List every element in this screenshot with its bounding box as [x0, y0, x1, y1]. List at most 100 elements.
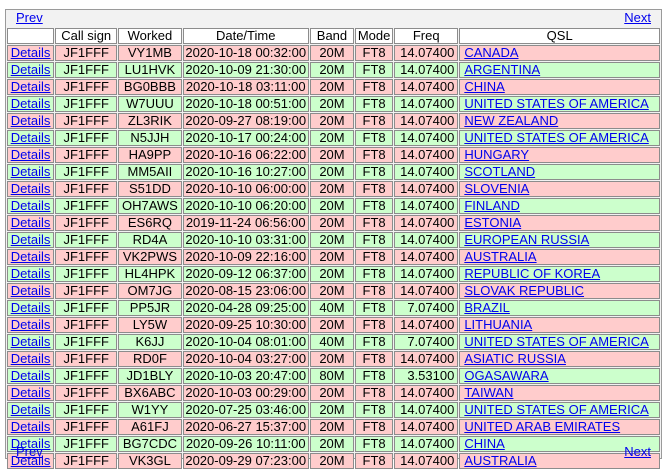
details-link[interactable]: Details	[11, 131, 51, 145]
details-link[interactable]: Details	[11, 182, 51, 196]
prev-link[interactable]: Prev	[16, 11, 43, 25]
worked-cell: BG0BBB	[118, 79, 182, 95]
qsl-link[interactable]: EUROPEAN RUSSIA	[464, 233, 589, 247]
next-link-bottom[interactable]: Next	[624, 445, 651, 459]
freq-cell: 14.07400	[394, 62, 459, 78]
freq-cell: 14.07400	[394, 96, 459, 112]
datetime-cell: 2020-10-09 21:30:00	[182, 62, 309, 78]
freq-cell: 14.07400	[394, 283, 459, 299]
table-row: Details JF1FFF OM7JG 2020-08-15 23:06:00 20M…	[7, 283, 660, 299]
qsl-cell: UNITED STATES OF AMERICA	[459, 402, 660, 418]
details-link[interactable]: Details	[11, 301, 51, 315]
details-link[interactable]: Details	[11, 165, 51, 179]
details-link[interactable]: Details	[11, 335, 51, 349]
qsl-link[interactable]: SLOVENIA	[464, 182, 529, 196]
qsl-cell: BRAZIL	[459, 300, 660, 316]
details-cell: Details	[7, 181, 55, 197]
freq-cell: 14.07400	[394, 266, 459, 282]
datetime-cell: 2020-06-27 15:37:00	[182, 419, 309, 435]
qsl-cell: FINLAND	[459, 198, 660, 214]
table-row: Details JF1FFF VY1MB 2020-10-18 00:32:00 20M…	[7, 45, 660, 61]
details-link[interactable]: Details	[11, 80, 51, 94]
worked-cell: VY1MB	[118, 45, 182, 61]
freq-cell: 7.07400	[394, 334, 459, 350]
qsl-link[interactable]: OGASAWARA	[464, 369, 548, 383]
details-link[interactable]: Details	[11, 97, 51, 111]
qsl-link[interactable]: UNITED ARAB EMIRATES	[464, 420, 620, 434]
datetime-cell: 2020-10-10 03:31:00	[182, 232, 309, 248]
col-header-datetime: Date/Time	[182, 28, 309, 44]
qsl-link[interactable]: REPUBLIC OF KOREA	[464, 267, 600, 281]
details-cell: Details	[7, 62, 55, 78]
freq-cell: 14.07400	[394, 249, 459, 265]
details-link[interactable]: Details	[11, 233, 51, 247]
worked-cell: S51DD	[118, 181, 182, 197]
call-sign-cell: JF1FFF	[55, 79, 118, 95]
details-link[interactable]: Details	[11, 318, 51, 332]
qsl-link[interactable]: HUNGARY	[464, 148, 529, 162]
col-header-band: Band	[309, 28, 355, 44]
details-link[interactable]: Details	[11, 420, 51, 434]
qsl-link[interactable]: LITHUANIA	[464, 318, 532, 332]
next-link[interactable]: Next	[624, 11, 651, 25]
details-link[interactable]: Details	[11, 250, 51, 264]
details-cell: Details	[7, 45, 55, 61]
col-header-freq: Freq	[394, 28, 459, 44]
details-cell: Details	[7, 215, 55, 231]
qsl-link[interactable]: SLOVAK REPUBLIC	[464, 284, 584, 298]
details-link[interactable]: Details	[11, 352, 51, 366]
details-link[interactable]: Details	[11, 63, 51, 77]
mode-cell: FT8	[355, 368, 394, 384]
worked-cell: A61FJ	[118, 419, 182, 435]
qsl-link[interactable]: AUSTRALIA	[464, 250, 536, 264]
qsl-link[interactable]: UNITED STATES OF AMERICA	[464, 335, 648, 349]
call-sign-cell: JF1FFF	[55, 232, 118, 248]
details-cell: Details	[7, 266, 55, 282]
qsl-link[interactable]: ASIATIC RUSSIA	[464, 352, 566, 366]
qsl-link[interactable]: ARGENTINA	[464, 63, 540, 77]
qsl-link[interactable]: FINLAND	[464, 199, 520, 213]
band-cell: 40M	[309, 300, 355, 316]
worked-cell: W7UUU	[118, 96, 182, 112]
qsl-cell: LITHUANIA	[459, 317, 660, 333]
table-row: Details JF1FFF LY5W 2020-09-25 10:30:00 20M F…	[7, 317, 660, 333]
details-link[interactable]: Details	[11, 284, 51, 298]
table-row: Details JF1FFF RD4A 2020-10-10 03:31:00 20M F…	[7, 232, 660, 248]
band-cell: 20M	[309, 419, 355, 435]
call-sign-cell: JF1FFF	[55, 45, 118, 61]
qsl-link[interactable]: UNITED STATES OF AMERICA	[464, 97, 648, 111]
details-link[interactable]: Details	[11, 403, 51, 417]
datetime-cell: 2020-09-25 10:30:00	[182, 317, 309, 333]
table-row: Details JF1FFF BG0BBB 2020-10-18 03:11:00 20…	[7, 79, 660, 95]
qsl-link[interactable]: CANADA	[464, 46, 518, 60]
details-link[interactable]: Details	[11, 199, 51, 213]
qsl-link[interactable]: UNITED STATES OF AMERICA	[464, 131, 648, 145]
prev-link-bottom[interactable]: Prev	[16, 445, 43, 459]
qsl-link[interactable]: UNITED STATES OF AMERICA	[464, 403, 648, 417]
mode-cell: FT8	[355, 113, 394, 129]
datetime-cell: 2020-09-27 08:19:00	[182, 113, 309, 129]
qsl-link[interactable]: CHINA	[464, 80, 504, 94]
details-cell: Details	[7, 96, 55, 112]
freq-cell: 14.07400	[394, 113, 459, 129]
call-sign-cell: JF1FFF	[55, 419, 118, 435]
datetime-cell: 2020-10-10 06:00:00	[182, 181, 309, 197]
qsl-link[interactable]: NEW ZEALAND	[464, 114, 558, 128]
details-link[interactable]: Details	[11, 46, 51, 60]
details-link[interactable]: Details	[11, 267, 51, 281]
details-link[interactable]: Details	[11, 369, 51, 383]
qsl-link[interactable]: TAIWAN	[464, 386, 513, 400]
band-cell: 20M	[309, 45, 355, 61]
qsl-link[interactable]: BRAZIL	[464, 301, 510, 315]
details-link[interactable]: Details	[11, 216, 51, 230]
call-sign-cell: JF1FFF	[55, 164, 118, 180]
qsl-link[interactable]: ESTONIA	[464, 216, 521, 230]
details-link[interactable]: Details	[11, 148, 51, 162]
band-cell: 20M	[309, 215, 355, 231]
datetime-cell: 2020-10-09 22:16:00	[182, 249, 309, 265]
qsl-link[interactable]: SCOTLAND	[464, 165, 535, 179]
details-cell: Details	[7, 113, 55, 129]
datetime-cell: 2020-10-03 00:29:00	[182, 385, 309, 401]
details-link[interactable]: Details	[11, 386, 51, 400]
details-link[interactable]: Details	[11, 114, 51, 128]
